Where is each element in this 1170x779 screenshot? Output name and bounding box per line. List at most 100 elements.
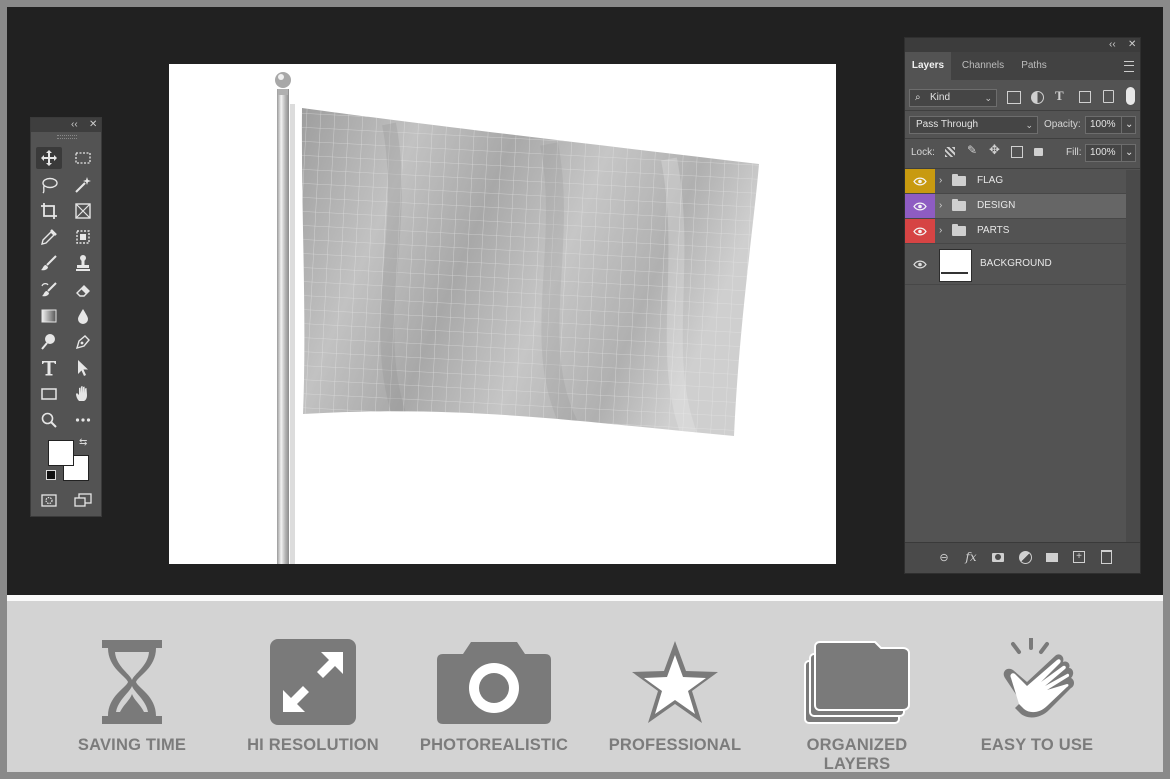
feature-label: EASY TO USE: [980, 736, 1094, 754]
type-icon: [42, 361, 56, 376]
visibility-toggle[interactable]: [905, 169, 935, 193]
lock-all-icon[interactable]: [1034, 148, 1043, 156]
crop-icon: [41, 203, 57, 219]
opacity-dropdown[interactable]: ⌄: [1121, 116, 1136, 134]
stamp-tool[interactable]: [70, 252, 96, 274]
chevron-down-icon: ⌄: [1025, 120, 1033, 130]
smart-object-filter-icon[interactable]: [1103, 90, 1114, 103]
eye-icon: [913, 260, 927, 268]
lasso-tool[interactable]: [36, 174, 62, 196]
pen-tool[interactable]: [70, 331, 96, 353]
type-tool[interactable]: [36, 357, 62, 379]
swap-colors-icon[interactable]: ⇆: [79, 437, 87, 448]
feature-saving-time: SAVING TIME: [47, 636, 217, 755]
fill-dropdown[interactable]: ⌄: [1121, 144, 1136, 162]
close-icon[interactable]: ✕: [89, 118, 97, 132]
new-layer-icon[interactable]: +: [1071, 549, 1087, 565]
feature-label: ORGANIZED LAYERS: [806, 736, 908, 773]
visibility-toggle[interactable]: [905, 219, 935, 243]
feature-label: PROFESSIONAL: [608, 736, 742, 754]
tools-panel-header: ‹‹ ✕: [31, 118, 101, 132]
folder-icon[interactable]: [1044, 549, 1060, 565]
patch-icon: [76, 230, 90, 244]
filter-kind-select[interactable]: ⌕ Kind ⌄: [909, 89, 997, 107]
panel-grip[interactable]: [31, 132, 101, 140]
trash-icon[interactable]: [1098, 549, 1114, 565]
quick-mask-icon: [41, 494, 57, 507]
hand-tool[interactable]: [70, 383, 96, 405]
adjustment-icon[interactable]: [1017, 549, 1033, 565]
tab-paths[interactable]: Paths: [1013, 52, 1055, 80]
collapse-icon[interactable]: ‹‹: [71, 118, 78, 132]
document-canvas[interactable]: [169, 64, 836, 564]
type-filter-icon[interactable]: T: [1055, 88, 1064, 104]
eyedropper-tool[interactable]: [36, 226, 62, 248]
tab-layers[interactable]: Layers: [905, 52, 951, 80]
blur-tool[interactable]: [70, 305, 96, 327]
shape-filter-icon[interactable]: [1079, 91, 1091, 103]
panel-menu-icon[interactable]: [1124, 61, 1134, 72]
collapse-icon[interactable]: ‹‹: [1109, 38, 1116, 52]
thumbnail-underline: [941, 272, 968, 274]
foreground-color-swatch[interactable]: [48, 440, 74, 466]
path-select-tool[interactable]: [70, 357, 96, 379]
tab-channels[interactable]: Channels: [955, 52, 1011, 80]
filter-toggle[interactable]: [1126, 87, 1135, 105]
feature-label: HI RESOLUTION: [247, 736, 379, 754]
crop-tool[interactable]: [36, 200, 62, 222]
marquee-tool[interactable]: [70, 147, 96, 169]
chevron-right-icon[interactable]: ›: [939, 194, 942, 218]
quick-mask-button[interactable]: [36, 489, 62, 511]
hourglass-icon: [102, 640, 162, 724]
feature-easy-to-use: EASY TO USE: [952, 636, 1122, 755]
mask-icon[interactable]: [990, 549, 1006, 565]
close-icon[interactable]: ✕: [1128, 38, 1136, 52]
default-colors-icon[interactable]: [46, 470, 56, 480]
adjustment-filter-icon[interactable]: [1031, 91, 1044, 104]
rectangle-tool[interactable]: [36, 383, 62, 405]
eraser-tool[interactable]: [70, 279, 96, 301]
brush-tool[interactable]: [36, 252, 62, 274]
layer-thumbnail: [939, 249, 972, 282]
zoom-icon: [41, 412, 57, 428]
more-tools[interactable]: [70, 409, 96, 431]
arrow-cursor-icon: [78, 360, 88, 376]
dodge-tool[interactable]: [36, 331, 62, 353]
patch-tool[interactable]: [70, 226, 96, 248]
pixel-filter-icon[interactable]: [1007, 91, 1021, 104]
chevron-down-icon: ⌄: [1125, 147, 1134, 158]
lock-pixels-icon[interactable]: ✎: [967, 143, 977, 157]
feature-label: PHOTOREALISTIC: [419, 736, 569, 754]
visibility-toggle[interactable]: [905, 244, 935, 284]
blend-mode-select[interactable]: Pass Through ⌄: [909, 116, 1038, 134]
opacity-label: Opacity:: [1044, 119, 1081, 130]
feature-label: SAVING TIME: [77, 736, 187, 754]
layer-row-parts[interactable]: › PARTS: [905, 219, 1126, 244]
move-tool[interactable]: [36, 147, 62, 169]
link-icon[interactable]: ⊖: [936, 549, 952, 565]
frame-tool[interactable]: [70, 200, 96, 222]
ellipsis-icon: [75, 418, 91, 422]
chevron-right-icon[interactable]: ›: [939, 169, 942, 193]
opacity-input[interactable]: 100%: [1085, 116, 1122, 134]
chevron-right-icon[interactable]: ›: [939, 219, 942, 243]
chevron-down-icon: ⌄: [1125, 119, 1134, 130]
fx-icon[interactable]: fx: [963, 549, 979, 565]
visibility-toggle[interactable]: [905, 194, 935, 218]
magic-wand-tool[interactable]: [70, 174, 96, 196]
camera-icon: [437, 642, 551, 724]
layer-row-design[interactable]: › DESIGN: [905, 194, 1126, 219]
layer-row-flag[interactable]: › FLAG: [905, 169, 1126, 194]
zoom-tool[interactable]: [36, 409, 62, 431]
layer-row-background[interactable]: BACKGROUND: [905, 244, 1126, 285]
layers-scrollbar[interactable]: [1126, 170, 1140, 542]
screen-mode-button[interactable]: [70, 489, 96, 511]
fill-input[interactable]: 100%: [1085, 144, 1122, 162]
gradient-tool[interactable]: [36, 305, 62, 327]
flag-mockup-image: [275, 72, 759, 564]
star-icon: [632, 641, 718, 723]
lock-position-icon[interactable]: ✥: [989, 142, 1000, 158]
history-brush-tool[interactable]: [36, 279, 62, 301]
lock-artboard-icon[interactable]: [1011, 146, 1023, 158]
lock-transparency-icon[interactable]: [945, 147, 955, 157]
